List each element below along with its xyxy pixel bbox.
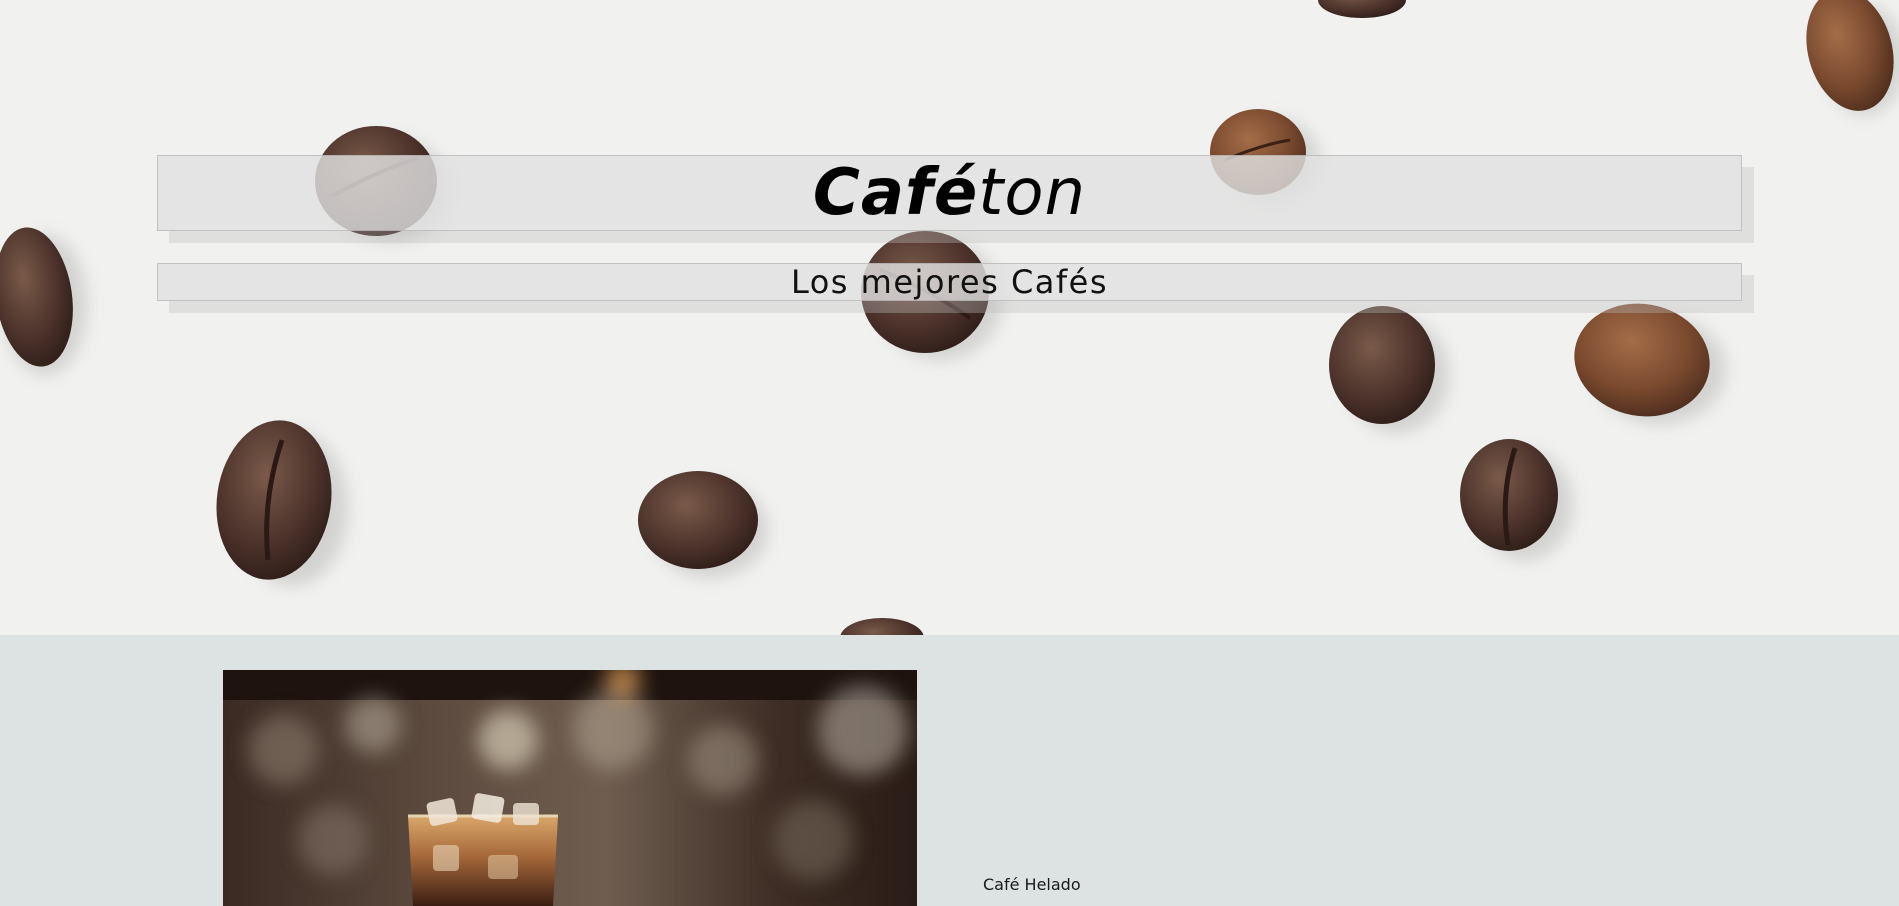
tagline: Los mejores Cafés [790,263,1109,301]
brand-title: Caféton [813,156,1086,230]
brand-title-light: ton [978,156,1087,230]
product-name: Café Helado [983,875,1081,894]
iced-coffee-image [223,670,917,906]
brand-title-box: Caféton [157,155,1742,231]
iced-coffee-glass [408,816,558,906]
hero-banner: Caféton Los mejores Cafés [0,0,1899,635]
coffee-beans-background [0,0,1899,635]
brand-title-bold: Café [812,156,979,230]
iced-coffee-photo [223,670,917,906]
tagline-box: Los mejores Cafés [157,263,1742,301]
products-section: Café Helado [0,635,1899,906]
